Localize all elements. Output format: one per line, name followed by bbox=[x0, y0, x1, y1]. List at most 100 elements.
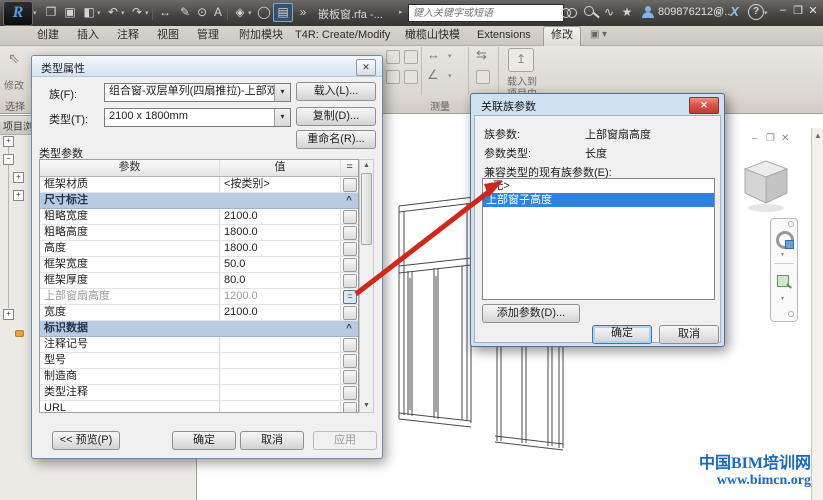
collapse-icon[interactable]: ^ bbox=[346, 194, 352, 208]
param-value-cell[interactable] bbox=[220, 369, 341, 384]
clipboard-icon[interactable] bbox=[386, 50, 400, 64]
ui-panel-icon[interactable]: ▤ bbox=[273, 3, 293, 22]
select-panel-label[interactable]: 选择 bbox=[5, 98, 25, 113]
key-icon[interactable] bbox=[584, 6, 594, 16]
associate-param-button[interactable] bbox=[343, 354, 357, 368]
tab-create[interactable]: 创建 bbox=[30, 27, 66, 44]
wheel-dropdown-icon[interactable]: ▾ bbox=[781, 251, 784, 258]
app-menu-button[interactable]: R bbox=[3, 1, 33, 26]
tree-expand-icon[interactable]: + bbox=[13, 172, 24, 183]
tab-manage[interactable]: 管理 bbox=[190, 27, 226, 44]
measure-angle-icon[interactable]: ∠ bbox=[427, 67, 439, 83]
steering-wheel-icon[interactable] bbox=[776, 231, 794, 249]
search-expand-icon[interactable]: ▸ bbox=[399, 8, 403, 16]
tab-annotate[interactable]: 注释 bbox=[110, 27, 146, 44]
redo-icon[interactable]: ↷ bbox=[128, 4, 146, 21]
associate-param-button-active[interactable]: = bbox=[343, 290, 357, 304]
associate-param-button[interactable] bbox=[343, 178, 357, 192]
view-restore-icon[interactable]: ❐ bbox=[766, 133, 775, 144]
navigation-bar[interactable]: ▾ ▾ bbox=[770, 218, 798, 322]
star-icon[interactable]: ★ bbox=[618, 4, 636, 21]
window-close-button[interactable]: ✕ bbox=[806, 4, 820, 17]
table-scrollbar[interactable]: ▲ ▼ bbox=[359, 159, 374, 413]
section-row-identity[interactable]: 标识数据 ^ bbox=[40, 321, 358, 337]
mode-swap-icon[interactable]: ⇆ bbox=[476, 47, 487, 63]
load-button[interactable]: 载入(L)... bbox=[296, 82, 376, 101]
param-value-cell[interactable] bbox=[220, 337, 341, 352]
measure-ruler-icon[interactable]: ↔ bbox=[427, 47, 440, 62]
scrollbar-thumb[interactable] bbox=[361, 173, 372, 245]
cancel-button[interactable]: 取消 bbox=[240, 431, 304, 450]
associate-param-button[interactable] bbox=[343, 210, 357, 224]
tab-extensions[interactable]: Extensions bbox=[470, 27, 538, 44]
associate-param-button[interactable] bbox=[343, 370, 357, 384]
help-dropdown-icon[interactable]: ▾ bbox=[764, 9, 768, 17]
app-menu-arrow-icon[interactable]: ▾ bbox=[33, 9, 37, 17]
dimension-icon[interactable]: ↔ bbox=[156, 4, 174, 21]
type-combobox[interactable]: 2100 x 1800mm ▾ bbox=[104, 108, 291, 127]
associate-param-button[interactable] bbox=[343, 386, 357, 400]
cut-icon[interactable] bbox=[404, 70, 418, 84]
scroll-up-icon[interactable]: ▲ bbox=[812, 128, 823, 140]
dialog-close-icon[interactable]: ✕ bbox=[689, 97, 719, 114]
redo-dropdown-icon[interactable]: ▾ bbox=[145, 9, 149, 17]
param-value-cell[interactable]: 1800.0 bbox=[220, 225, 341, 240]
tree-expand-icon[interactable]: + bbox=[13, 190, 24, 201]
modify-tool-icon[interactable]: ⇖ bbox=[8, 50, 20, 67]
ribbon-cycle-arrow-icon[interactable]: ▾ bbox=[602, 29, 607, 40]
sync-icon[interactable]: ◧ bbox=[80, 4, 98, 21]
param-value-cell[interactable]: 2100.0 bbox=[220, 305, 341, 320]
render-icon[interactable]: ◯ bbox=[255, 4, 273, 21]
angle-dropdown-icon[interactable]: ▾ bbox=[448, 72, 452, 80]
undo-icon[interactable]: ↶ bbox=[104, 4, 122, 21]
mode-icon[interactable] bbox=[476, 70, 490, 84]
search-input[interactable] bbox=[408, 4, 564, 22]
scroll-down-icon[interactable]: ▼ bbox=[360, 400, 373, 412]
associate-param-button[interactable] bbox=[343, 274, 357, 288]
param-value-cell[interactable] bbox=[220, 401, 341, 412]
view-scrollbar[interactable]: ▲ bbox=[811, 128, 823, 500]
list-item-none[interactable]: <无> bbox=[483, 179, 714, 193]
view-close-icon[interactable]: ✕ bbox=[781, 133, 789, 144]
param-value-cell[interactable] bbox=[220, 385, 341, 400]
ok-button[interactable]: 确定 bbox=[592, 325, 652, 344]
associate-param-button[interactable] bbox=[343, 338, 357, 352]
match-icon[interactable] bbox=[386, 70, 400, 84]
preview-button[interactable]: << 预览(P) bbox=[52, 431, 120, 450]
tree-collapse-icon[interactable]: − bbox=[3, 154, 14, 165]
zoom-dropdown-icon[interactable]: ▾ bbox=[781, 295, 784, 302]
pen-icon[interactable]: ✎ bbox=[176, 4, 194, 21]
tab-view[interactable]: 视图 bbox=[150, 27, 186, 44]
combo-arrow-icon[interactable]: ▾ bbox=[274, 84, 290, 101]
measure-dropdown-icon[interactable]: ▾ bbox=[448, 52, 452, 60]
save-icon[interactable]: ▣ bbox=[61, 4, 79, 21]
compatible-parameters-list[interactable]: <无> 上部窗子高度 bbox=[482, 178, 715, 300]
window-minimize-button[interactable]: – bbox=[776, 4, 790, 16]
ok-button[interactable]: 确定 bbox=[172, 431, 236, 450]
view-minimize-icon[interactable]: – bbox=[752, 133, 758, 144]
scroll-up-icon[interactable]: ▲ bbox=[360, 160, 373, 172]
slope-icon[interactable]: ∿ bbox=[600, 4, 618, 21]
associate-param-button[interactable] bbox=[343, 242, 357, 256]
tab-insert[interactable]: 插入 bbox=[70, 27, 106, 44]
search-icon[interactable] bbox=[561, 8, 577, 18]
account-name[interactable]: 809876212@... bbox=[658, 6, 733, 18]
window-maximize-button[interactable]: ❐ bbox=[791, 4, 805, 17]
param-value-cell[interactable] bbox=[220, 353, 341, 368]
account-dropdown-icon[interactable]: ▾ bbox=[717, 9, 721, 17]
help-icon[interactable]: ? bbox=[748, 4, 764, 20]
param-value-cell[interactable]: <按类别> bbox=[220, 177, 341, 192]
tab-glsmod[interactable]: 橄榄山快模 bbox=[398, 27, 467, 44]
text-icon[interactable]: A bbox=[209, 4, 227, 21]
param-value-cell[interactable]: 1800.0 bbox=[220, 241, 341, 256]
3d-view-icon[interactable]: ◈ bbox=[231, 4, 249, 21]
list-item-selected[interactable]: 上部窗子高度 bbox=[483, 193, 714, 207]
add-parameter-button[interactable]: 添加参数(D)... bbox=[482, 304, 580, 323]
ribbon-cycle-icon[interactable]: ▣ bbox=[590, 29, 599, 40]
viewcube[interactable] bbox=[740, 158, 792, 214]
exchange-icon[interactable]: X bbox=[727, 4, 742, 19]
section-row-dimensions[interactable]: 尺寸标注 ^ bbox=[40, 193, 358, 209]
param-value-cell[interactable]: 80.0 bbox=[220, 273, 341, 288]
more-icon[interactable]: » bbox=[294, 4, 312, 21]
measure-panel-label[interactable]: 测量 bbox=[430, 98, 450, 113]
